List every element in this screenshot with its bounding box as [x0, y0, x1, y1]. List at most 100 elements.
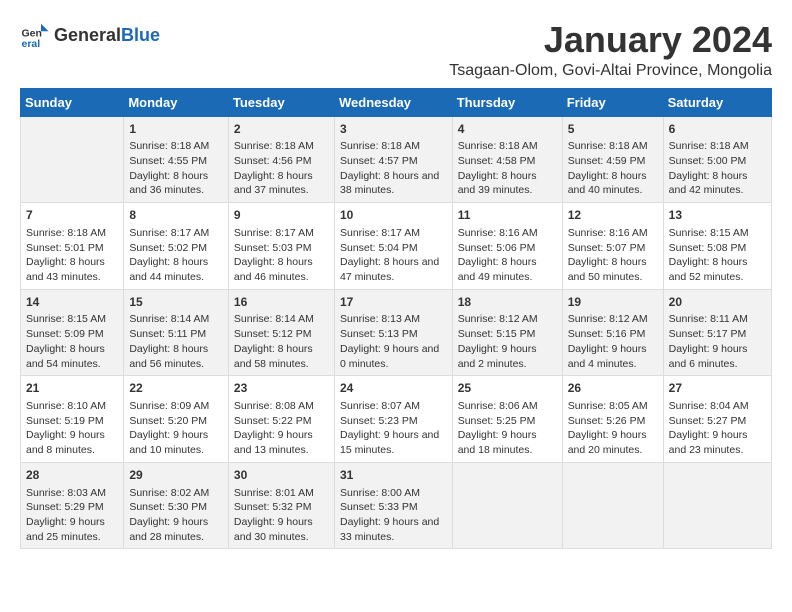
col-header-monday: Monday [124, 88, 229, 116]
day-number: 5 [568, 121, 658, 138]
day-number: 11 [458, 207, 557, 224]
day-info: Sunrise: 8:04 AMSunset: 5:27 PMDaylight:… [669, 399, 766, 458]
day-number: 7 [26, 207, 118, 224]
main-title: January 2024 [449, 20, 772, 60]
calendar-cell: 6Sunrise: 8:18 AMSunset: 5:00 PMDaylight… [663, 116, 771, 203]
calendar-cell: 1Sunrise: 8:18 AMSunset: 4:55 PMDaylight… [124, 116, 229, 203]
calendar-cell: 24Sunrise: 8:07 AMSunset: 5:23 PMDayligh… [334, 376, 452, 463]
col-header-friday: Friday [562, 88, 663, 116]
logo-text-general: General [54, 25, 121, 46]
calendar-table: SundayMondayTuesdayWednesdayThursdayFrid… [20, 88, 772, 550]
day-number: 25 [458, 380, 557, 397]
calendar-cell: 17Sunrise: 8:13 AMSunset: 5:13 PMDayligh… [334, 289, 452, 376]
calendar-cell: 21 Sunrise: 8:10 AMSunset: 5:19 PMDayligh… [21, 376, 124, 463]
calendar-cell: 12Sunrise: 8:16 AMSunset: 5:07 PMDayligh… [562, 203, 663, 290]
day-info: Sunrise: 8:14 AMSunset: 5:11 PMDaylight:… [129, 312, 223, 371]
day-info: Sunrise: 8:18 AMSunset: 5:01 PMDaylight:… [26, 226, 118, 285]
calendar-cell: 4Sunrise: 8:18 AMSunset: 4:58 PMDaylight… [452, 116, 562, 203]
day-number: 23 [234, 380, 329, 397]
week-row-5: 28 Sunrise: 8:03 AMSunset: 5:29 PMDayligh… [21, 462, 772, 549]
calendar-cell: 28 Sunrise: 8:03 AMSunset: 5:29 PMDayligh… [21, 462, 124, 549]
svg-text:eral: eral [22, 38, 41, 50]
day-number: 22 [129, 380, 223, 397]
day-info: Sunrise: 8:18 AMSunset: 4:58 PMDaylight:… [458, 139, 557, 198]
calendar-cell: 25Sunrise: 8:06 AMSunset: 5:25 PMDayligh… [452, 376, 562, 463]
day-info: Sunrise: 8:16 AMSunset: 5:06 PMDaylight:… [458, 226, 557, 285]
calendar-cell: 18Sunrise: 8:12 AMSunset: 5:15 PMDayligh… [452, 289, 562, 376]
week-row-2: 7 Sunrise: 8:18 AMSunset: 5:01 PMDaylight… [21, 203, 772, 290]
calendar-cell [21, 116, 124, 203]
day-info: Sunrise: 8:10 AMSunset: 5:19 PMDaylight:… [26, 399, 118, 458]
logo: Gen eral GeneralBlue [20, 20, 160, 50]
day-info: Sunrise: 8:03 AMSunset: 5:29 PMDaylight:… [26, 486, 118, 545]
calendar-cell: 7 Sunrise: 8:18 AMSunset: 5:01 PMDaylight… [21, 203, 124, 290]
col-header-saturday: Saturday [663, 88, 771, 116]
header: Gen eral GeneralBlue January 2024 Tsagaa… [20, 20, 772, 80]
calendar-cell: 8Sunrise: 8:17 AMSunset: 5:02 PMDaylight… [124, 203, 229, 290]
calendar-cell: 16Sunrise: 8:14 AMSunset: 5:12 PMDayligh… [228, 289, 334, 376]
logo-icon: Gen eral [20, 20, 50, 50]
day-number: 6 [669, 121, 766, 138]
logo-text-blue: Blue [121, 25, 160, 46]
calendar-body: 1Sunrise: 8:18 AMSunset: 4:55 PMDaylight… [21, 116, 772, 549]
day-info: Sunrise: 8:09 AMSunset: 5:20 PMDaylight:… [129, 399, 223, 458]
day-info: Sunrise: 8:15 AMSunset: 5:09 PMDaylight:… [26, 312, 118, 371]
day-info: Sunrise: 8:05 AMSunset: 5:26 PMDaylight:… [568, 399, 658, 458]
day-number: 20 [669, 294, 766, 311]
day-info: Sunrise: 8:16 AMSunset: 5:07 PMDaylight:… [568, 226, 658, 285]
calendar-cell: 20Sunrise: 8:11 AMSunset: 5:17 PMDayligh… [663, 289, 771, 376]
week-row-3: 14Sunrise: 8:15 AMSunset: 5:09 PMDayligh… [21, 289, 772, 376]
day-number: 9 [234, 207, 329, 224]
calendar-cell: 27Sunrise: 8:04 AMSunset: 5:27 PMDayligh… [663, 376, 771, 463]
calendar-cell: 10 Sunrise: 8:17 AMSunset: 5:04 PMDayligh… [334, 203, 452, 290]
header-row: SundayMondayTuesdayWednesdayThursdayFrid… [21, 88, 772, 116]
day-number: 16 [234, 294, 329, 311]
day-info: Sunrise: 8:18 AMSunset: 4:55 PMDaylight:… [129, 139, 223, 198]
calendar-cell: 30 Sunrise: 8:01 AMSunset: 5:32 PMDayligh… [228, 462, 334, 549]
day-info: Sunrise: 8:12 AMSunset: 5:15 PMDaylight:… [458, 312, 557, 371]
calendar-cell: 31 Sunrise: 8:00 AMSunset: 5:33 PMDayligh… [334, 462, 452, 549]
day-number: 4 [458, 121, 557, 138]
day-info: Sunrise: 8:14 AMSunset: 5:12 PMDaylight:… [234, 312, 329, 371]
day-number: 10 [340, 207, 447, 224]
week-row-1: 1Sunrise: 8:18 AMSunset: 4:55 PMDaylight… [21, 116, 772, 203]
day-info: Sunrise: 8:18 AMSunset: 4:57 PMDaylight:… [340, 139, 447, 198]
calendar-cell: 19Sunrise: 8:12 AMSunset: 5:16 PMDayligh… [562, 289, 663, 376]
day-number: 30 [234, 467, 329, 484]
calendar-cell: 23Sunrise: 8:08 AMSunset: 5:22 PMDayligh… [228, 376, 334, 463]
day-number: 29 [129, 467, 223, 484]
calendar-cell: 5Sunrise: 8:18 AMSunset: 4:59 PMDaylight… [562, 116, 663, 203]
day-number: 15 [129, 294, 223, 311]
day-number: 8 [129, 207, 223, 224]
day-info: Sunrise: 8:18 AMSunset: 5:00 PMDaylight:… [669, 139, 766, 198]
day-number: 26 [568, 380, 658, 397]
calendar-cell: 22 Sunrise: 8:09 AMSunset: 5:20 PMDayligh… [124, 376, 229, 463]
week-row-4: 21 Sunrise: 8:10 AMSunset: 5:19 PMDayligh… [21, 376, 772, 463]
calendar-header: SundayMondayTuesdayWednesdayThursdayFrid… [21, 88, 772, 116]
day-number: 31 [340, 467, 447, 484]
day-number: 2 [234, 121, 329, 138]
day-number: 18 [458, 294, 557, 311]
col-header-thursday: Thursday [452, 88, 562, 116]
calendar-cell: 14Sunrise: 8:15 AMSunset: 5:09 PMDayligh… [21, 289, 124, 376]
day-info: Sunrise: 8:01 AMSunset: 5:32 PMDaylight:… [234, 486, 329, 545]
calendar-cell: 29 Sunrise: 8:02 AMSunset: 5:30 PMDayligh… [124, 462, 229, 549]
day-number: 19 [568, 294, 658, 311]
day-info: Sunrise: 8:17 AMSunset: 5:04 PMDaylight:… [340, 226, 447, 285]
calendar-cell: 2Sunrise: 8:18 AMSunset: 4:56 PMDaylight… [228, 116, 334, 203]
day-number: 1 [129, 121, 223, 138]
calendar-cell: 9Sunrise: 8:17 AMSunset: 5:03 PMDaylight… [228, 203, 334, 290]
day-info: Sunrise: 8:00 AMSunset: 5:33 PMDaylight:… [340, 486, 447, 545]
day-number: 28 [26, 467, 118, 484]
day-info: Sunrise: 8:18 AMSunset: 4:59 PMDaylight:… [568, 139, 658, 198]
calendar-cell [562, 462, 663, 549]
day-info: Sunrise: 8:13 AMSunset: 5:13 PMDaylight:… [340, 312, 447, 371]
calendar-cell: 11 Sunrise: 8:16 AMSunset: 5:06 PMDayligh… [452, 203, 562, 290]
day-info: Sunrise: 8:02 AMSunset: 5:30 PMDaylight:… [129, 486, 223, 545]
day-number: 24 [340, 380, 447, 397]
day-number: 3 [340, 121, 447, 138]
col-header-sunday: Sunday [21, 88, 124, 116]
calendar-cell [452, 462, 562, 549]
title-section: January 2024 Tsagaan-Olom, Govi-Altai Pr… [449, 20, 772, 80]
day-number: 21 [26, 380, 118, 397]
